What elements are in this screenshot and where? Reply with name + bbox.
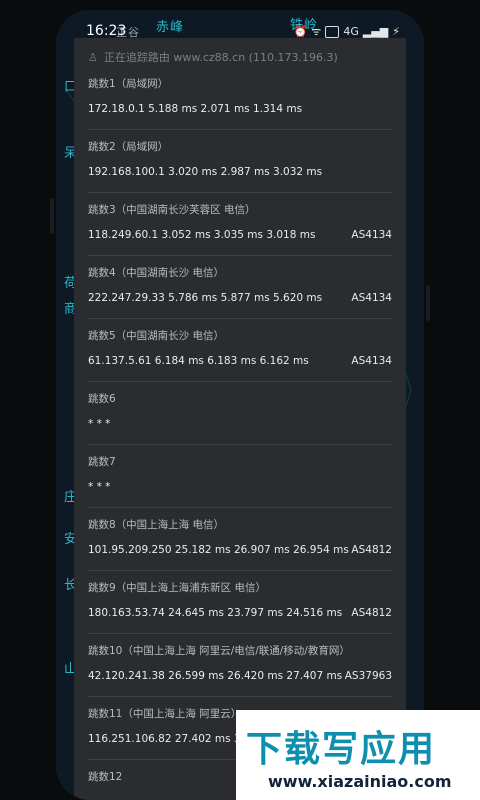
trace-header: ♙ 正在追踪路由 www.cz88.cn (110.173.196.3) xyxy=(88,48,396,66)
hop-row[interactable]: 跳数10（中国上海上海 阿里云/电信/联通/移动/教育网） 42.120.241… xyxy=(88,633,392,697)
hop-detail: 172.18.0.1 5.188 ms 2.071 ms 1.314 ms xyxy=(88,103,303,115)
hop-row[interactable]: 跳数5（中国湖南长沙 电信） 61.137.5.61 6.184 ms 6.18… xyxy=(88,318,392,382)
hop-row[interactable]: 跳数9（中国上海上海浦东新区 电信） 180.163.53.74 24.645 … xyxy=(88,570,392,634)
lock-icon: ♙ xyxy=(88,50,98,64)
phone-screen: 赤峰 铁岭 正谷 口 呆 荷 商 庄 安 长 山 16:23 ⏰ ᯤ 4G ▂▄… xyxy=(56,10,424,800)
status-icons: ⏰ ᯤ 4G ▂▄▆ ⚡ xyxy=(294,24,400,39)
hop-detail: * * * xyxy=(88,481,111,493)
hop-asn: AS4134 xyxy=(351,229,392,241)
hop-asn: AS4134 xyxy=(351,292,392,304)
hop-title: 跳数1（局域网） xyxy=(88,78,169,90)
hop-title: 跳数9（中国上海上海浦东新区 电信） xyxy=(88,582,267,594)
hop-asn: AS4812 xyxy=(351,607,392,619)
hop-detail: 101.95.209.250 25.182 ms 26.907 ms 26.95… xyxy=(88,544,349,556)
hd-icon xyxy=(325,25,340,38)
hop-title: 跳数4（中国湖南长沙 电信） xyxy=(88,267,225,279)
hop-row[interactable]: 跳数3（中国湖南长沙芙蓉区 电信） 118.249.60.1 3.052 ms … xyxy=(88,192,392,256)
hop-title: 跳数10（中国上海上海 阿里云/电信/联通/移动/教育网） xyxy=(88,645,350,657)
phone-side-button-left xyxy=(50,198,54,234)
hop-detail: 180.163.53.74 24.645 ms 23.797 ms 24.516… xyxy=(88,607,343,619)
hop-row[interactable]: 跳数7 * * * xyxy=(88,444,392,508)
hop-title: 跳数2（局域网） xyxy=(88,141,169,153)
watermark-title: 下载写应用 xyxy=(246,729,437,770)
hop-detail: 222.247.29.33 5.786 ms 5.877 ms 5.620 ms xyxy=(88,292,323,304)
watermark-url: www.xiazainiao.com xyxy=(268,772,452,791)
trace-target: 正在追踪路由 www.cz88.cn (110.173.196.3) xyxy=(103,51,338,64)
signal-icon: ▂▄▆ xyxy=(362,25,389,38)
hop-title: 跳数12 xyxy=(88,771,123,783)
wifi-icon: ᯤ xyxy=(311,25,322,38)
battery-charging-icon: ⚡ xyxy=(392,25,400,38)
hop-asn: AS4134 xyxy=(351,355,392,367)
hop-asn: AS4812 xyxy=(351,544,392,556)
network-label: 4G xyxy=(343,25,359,38)
status-bar: 16:23 ⏰ ᯤ 4G ▂▄▆ ⚡ xyxy=(56,10,424,40)
status-time: 16:23 xyxy=(86,23,127,39)
hop-row[interactable]: 跳数2（局域网） 192.168.100.1 3.020 ms 2.987 ms… xyxy=(88,129,392,193)
hop-detail: 118.249.60.1 3.052 ms 3.035 ms 3.018 ms xyxy=(88,229,316,241)
hop-asn: AS37963 xyxy=(344,670,392,682)
traceroute-panel: ♙ 正在追踪路由 www.cz88.cn (110.173.196.3) 跳数1… xyxy=(74,38,406,800)
hop-title: 跳数5（中国湖南长沙 电信） xyxy=(88,330,225,342)
hop-row[interactable]: 跳数1（局域网） 172.18.0.1 5.188 ms 2.071 ms 1.… xyxy=(88,66,392,130)
hop-detail: 42.120.241.38 26.599 ms 26.420 ms 27.407… xyxy=(88,670,343,682)
hop-title: 跳数8（中国上海上海 电信） xyxy=(88,519,225,531)
hop-title: 跳数11（中国上海上海 阿里云） xyxy=(88,708,242,720)
hop-title: 跳数6 xyxy=(88,393,116,405)
alarm-icon: ⏰ xyxy=(293,25,308,38)
hop-row[interactable]: 跳数8（中国上海上海 电信） 101.95.209.250 25.182 ms … xyxy=(88,507,392,571)
hop-detail: * * * xyxy=(88,418,111,430)
hop-title: 跳数7 xyxy=(88,456,116,468)
phone-side-button-right xyxy=(426,285,430,321)
hop-row[interactable]: 跳数6 * * * xyxy=(88,381,392,445)
hop-detail: 61.137.5.61 6.184 ms 6.183 ms 6.162 ms xyxy=(88,355,309,367)
hop-row[interactable]: 跳数4（中国湖南长沙 电信） 222.247.29.33 5.786 ms 5.… xyxy=(88,255,392,319)
watermark-banner: 下载写应用 www.xiazainiao.com xyxy=(236,710,480,800)
hop-title: 跳数3（中国湖南长沙芙蓉区 电信） xyxy=(88,204,256,216)
hop-detail: 192.168.100.1 3.020 ms 2.987 ms 3.032 ms xyxy=(88,166,323,178)
